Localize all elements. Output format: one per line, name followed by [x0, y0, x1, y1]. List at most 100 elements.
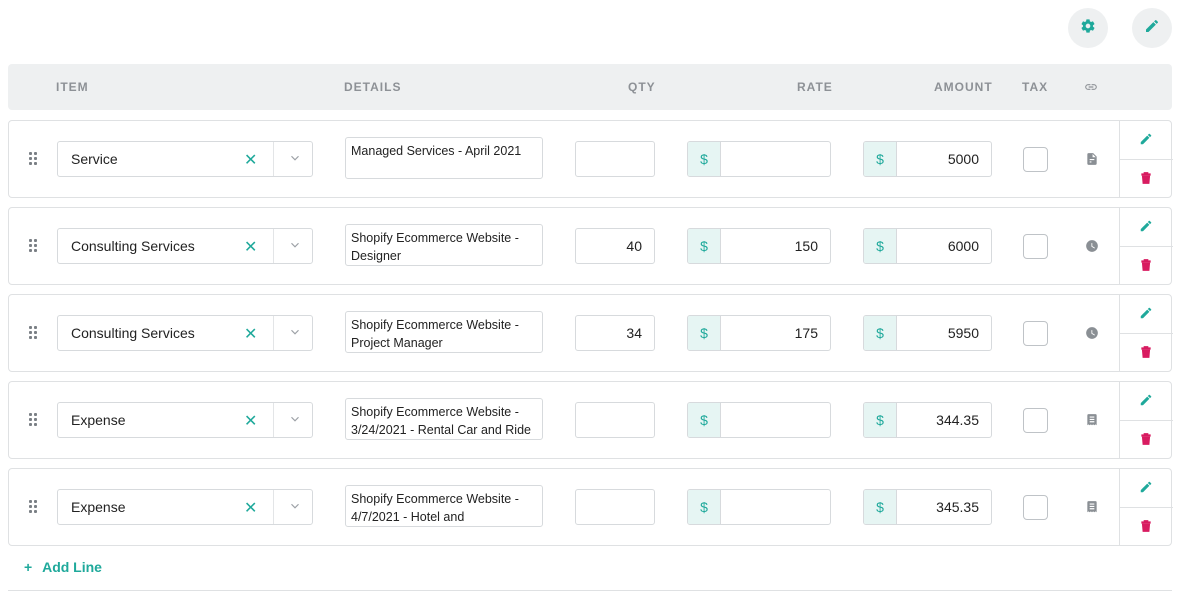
- edit-row-button[interactable]: [1139, 132, 1153, 146]
- currency-symbol: $: [864, 490, 897, 524]
- divider: [273, 403, 274, 437]
- pencil-icon: [1139, 394, 1153, 411]
- column-header-qty: QTY: [628, 80, 656, 94]
- currency-symbol: $: [688, 316, 721, 350]
- tax-checkbox[interactable]: [1023, 495, 1048, 520]
- edit-button[interactable]: [1132, 8, 1172, 48]
- chevron-down-icon[interactable]: [288, 412, 302, 426]
- details-field[interactable]: Managed Services - April 2021: [345, 137, 543, 179]
- divider: [1120, 246, 1173, 247]
- details-field[interactable]: Shopify Ecommerce Website - Project Mana…: [345, 311, 543, 353]
- currency-symbol: $: [864, 142, 897, 176]
- item-select-value: Consulting Services: [71, 325, 195, 341]
- drag-handle-icon[interactable]: [29, 239, 39, 253]
- divider: [1120, 420, 1173, 421]
- currency-symbol: $: [688, 403, 721, 437]
- chevron-down-icon[interactable]: [288, 325, 302, 339]
- pencil-icon: [1139, 307, 1153, 324]
- rate-value: 175: [794, 325, 818, 341]
- clear-icon[interactable]: ✕: [244, 237, 257, 257]
- drag-handle-icon[interactable]: [29, 413, 39, 427]
- item-select[interactable]: Consulting Services ✕: [57, 315, 313, 351]
- add-line-label: Add Line: [42, 559, 102, 575]
- drag-handle-icon[interactable]: [29, 326, 39, 340]
- clear-icon[interactable]: ✕: [244, 411, 257, 431]
- tax-checkbox[interactable]: [1023, 321, 1048, 346]
- drag-handle-icon[interactable]: [29, 152, 39, 166]
- amount-field[interactable]: $ 6000: [863, 228, 992, 264]
- add-line-button[interactable]: + Add Line: [24, 559, 102, 575]
- qty-field[interactable]: [575, 489, 655, 525]
- tax-checkbox[interactable]: [1023, 408, 1048, 433]
- edit-row-button[interactable]: [1139, 306, 1153, 320]
- details-field[interactable]: Shopify Ecommerce Website - 4/7/2021 - H…: [345, 485, 543, 527]
- amount-field[interactable]: $ 345.35: [863, 489, 992, 525]
- details-field[interactable]: Shopify Ecommerce Website - 3/24/2021 - …: [345, 398, 543, 440]
- divider: [1120, 507, 1173, 508]
- delete-row-button[interactable]: [1140, 432, 1152, 446]
- pencil-icon: [1139, 133, 1153, 150]
- divider: [273, 316, 274, 350]
- amount-value: 344.35: [936, 412, 979, 428]
- table-row: Service ✕ Managed Services - April 2021 …: [8, 120, 1173, 198]
- amount-field[interactable]: $ 344.35: [863, 402, 992, 438]
- qty-field[interactable]: [575, 141, 655, 177]
- details-field[interactable]: Shopify Ecommerce Website - Designer: [345, 224, 543, 266]
- settings-button[interactable]: [1068, 8, 1108, 48]
- chevron-down-icon[interactable]: [288, 238, 302, 252]
- item-select[interactable]: Consulting Services ✕: [57, 228, 313, 264]
- column-header-rate: RATE: [797, 80, 833, 94]
- delete-row-button[interactable]: [1140, 171, 1152, 185]
- tax-checkbox[interactable]: [1023, 234, 1048, 259]
- divider: [8, 590, 1172, 591]
- trash-icon: [1140, 346, 1152, 363]
- trash-icon: [1140, 259, 1152, 276]
- item-select[interactable]: Expense ✕: [57, 402, 313, 438]
- tax-checkbox[interactable]: [1023, 147, 1048, 172]
- edit-row-button[interactable]: [1139, 393, 1153, 407]
- qty-field[interactable]: 40: [575, 228, 655, 264]
- column-header-details: DETAILS: [344, 80, 402, 94]
- pencil-icon: [1139, 220, 1153, 237]
- amount-field[interactable]: $ 5950: [863, 315, 992, 351]
- currency-symbol: $: [864, 229, 897, 263]
- row-actions: [1119, 382, 1173, 458]
- chevron-down-icon[interactable]: [288, 499, 302, 513]
- clock-icon: [1085, 325, 1099, 341]
- amount-value: 5000: [947, 151, 979, 167]
- row-actions: [1119, 295, 1173, 371]
- clock-icon: [1085, 238, 1099, 254]
- item-select-value: Consulting Services: [71, 238, 195, 254]
- drag-handle-icon[interactable]: [29, 500, 39, 514]
- delete-row-button[interactable]: [1140, 345, 1152, 359]
- rate-field[interactable]: $ 175: [687, 315, 831, 351]
- currency-symbol: $: [864, 316, 897, 350]
- delete-row-button[interactable]: [1140, 519, 1152, 533]
- rate-field[interactable]: $ 150: [687, 228, 831, 264]
- amount-field[interactable]: $ 5000: [863, 141, 992, 177]
- rate-field[interactable]: $: [687, 141, 831, 177]
- qty-field[interactable]: [575, 402, 655, 438]
- chevron-down-icon[interactable]: [288, 151, 302, 165]
- amount-value: 345.35: [936, 499, 979, 515]
- rate-field[interactable]: $: [687, 402, 831, 438]
- delete-row-button[interactable]: [1140, 258, 1152, 272]
- edit-row-button[interactable]: [1139, 219, 1153, 233]
- rate-field[interactable]: $: [687, 489, 831, 525]
- column-header-tax: TAX: [1022, 80, 1049, 94]
- currency-symbol: $: [688, 229, 721, 263]
- clear-icon[interactable]: ✕: [244, 498, 257, 518]
- divider: [273, 229, 274, 263]
- link-icon: [1083, 80, 1099, 94]
- document-icon: [1085, 151, 1099, 167]
- edit-row-button[interactable]: [1139, 480, 1153, 494]
- currency-symbol: $: [688, 142, 721, 176]
- clear-icon[interactable]: ✕: [244, 150, 257, 170]
- item-select[interactable]: Service ✕: [57, 141, 313, 177]
- divider: [273, 142, 274, 176]
- amount-value: 6000: [947, 238, 979, 254]
- receipt-icon: [1085, 412, 1099, 428]
- qty-field[interactable]: 34: [575, 315, 655, 351]
- item-select[interactable]: Expense ✕: [57, 489, 313, 525]
- clear-icon[interactable]: ✕: [244, 324, 257, 344]
